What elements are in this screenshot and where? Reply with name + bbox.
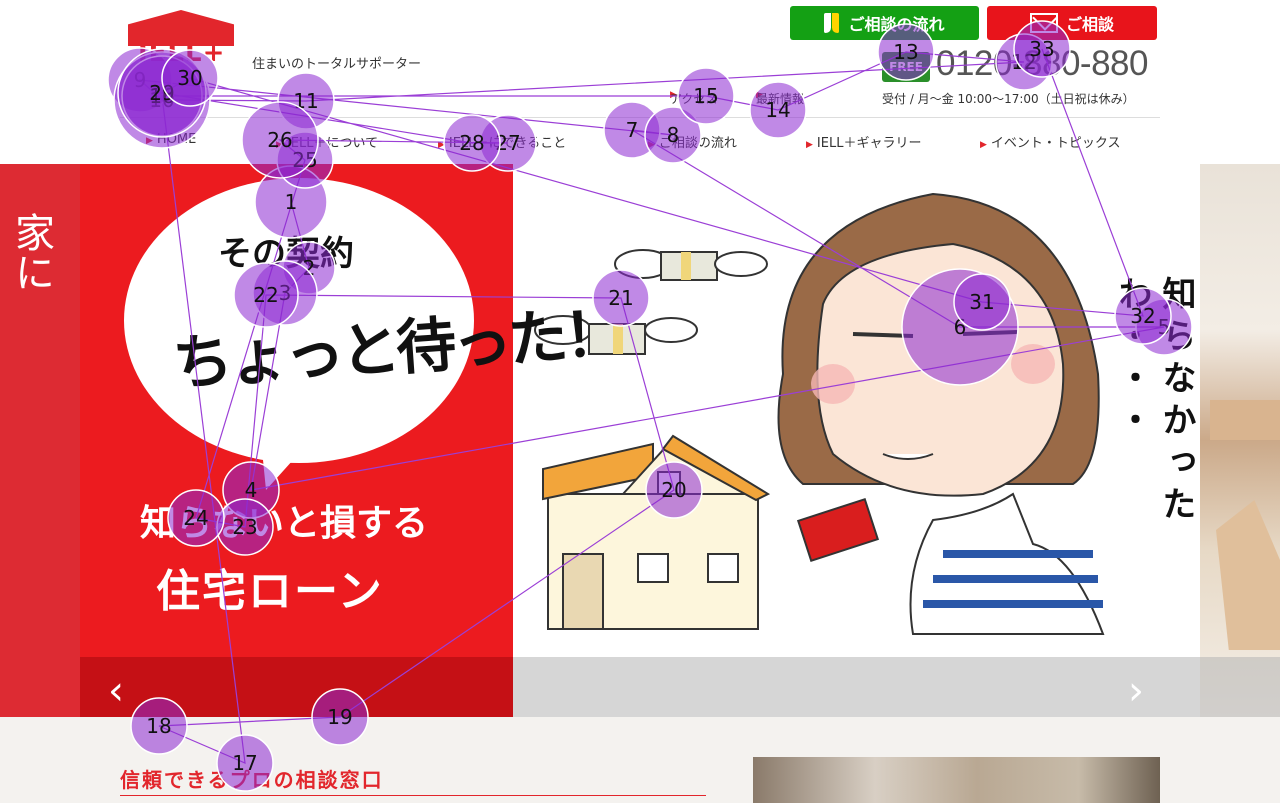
nav-item-services[interactable]: ▶ IELL＋にできること xyxy=(438,132,566,151)
hero-illustration xyxy=(534,192,1105,635)
triangle-icon: ▶ xyxy=(146,136,153,146)
house-icon xyxy=(542,434,771,630)
consult-flow-label: ご相談の流れ xyxy=(848,15,945,34)
nav-item-home[interactable]: ▶ HOME xyxy=(146,132,196,147)
slider-next-arrow-icon[interactable]: › xyxy=(1128,668,1144,714)
consult-label: ご相談 xyxy=(1065,15,1114,34)
previous-slide-text: 家に xyxy=(8,212,54,292)
phone-number[interactable]: 0120-880-880 xyxy=(936,44,1148,84)
main-navigation: ▶ HOME ▶ IELL＋について ▶ IELL＋にできること ▶ ご相談の流れ ▶ I… xyxy=(0,132,1280,152)
nav-item-about[interactable]: ▶ IELL＋について xyxy=(276,132,378,151)
fixation-marker: 11 xyxy=(277,72,335,130)
fixation-number: 29 xyxy=(149,81,174,105)
fixation-number: 16 xyxy=(149,84,174,108)
triangle-icon: ▶ xyxy=(980,140,987,150)
slider-prev-arrow-icon[interactable]: ‹ xyxy=(108,668,124,714)
nav-divider xyxy=(120,117,1160,118)
nav-item-gallery[interactable]: ▶ IELL＋ギャラリー xyxy=(806,132,921,151)
mail-icon xyxy=(1029,13,1058,33)
hero-headline: 住宅ローン xyxy=(156,566,384,617)
triangle-icon: ▶ xyxy=(276,140,283,150)
business-hours: 受付 / 月〜金 10:00〜17:00（土日祝は休み） xyxy=(882,92,1135,106)
consult-flow-button[interactable]: ご相談の流れ xyxy=(790,6,979,40)
wood-block-image xyxy=(1210,400,1280,440)
flying-money-icon xyxy=(614,249,768,281)
bubble-heading: その契約 xyxy=(218,234,354,274)
hero-illustration-panel xyxy=(513,164,1200,717)
fixation-number: 10 xyxy=(149,88,174,112)
logo-text: IELL+ xyxy=(138,38,226,68)
consultation-photo xyxy=(753,757,1160,803)
tagline: 住まいのトータルサポーター xyxy=(252,57,422,72)
nav-item-flow[interactable]: ▶ ご相談の流れ xyxy=(648,132,737,151)
triangle-icon: ▶ xyxy=(806,140,813,150)
triangle-icon: ▶ xyxy=(438,140,445,150)
hero-subheadline: 知らないと損する xyxy=(140,503,429,544)
fixation-circle xyxy=(277,72,335,130)
logo[interactable]: IELL+ xyxy=(128,10,234,74)
nav-item-events[interactable]: ▶ イベント・トピックス xyxy=(980,132,1121,151)
triangle-icon: ▶ xyxy=(648,140,655,150)
fixation-number: 11 xyxy=(293,89,318,113)
free-dial-icon: FREE xyxy=(882,52,930,82)
previous-slide-peek: 家に xyxy=(0,164,80,717)
consult-button[interactable]: ご相談 xyxy=(987,6,1157,40)
beginner-mark-icon xyxy=(824,13,840,33)
section-title: 信頼できるプロの相談窓口 xyxy=(120,768,384,792)
slider-control-bar-left xyxy=(80,657,513,717)
worried-woman-icon xyxy=(777,192,1105,635)
section-underline xyxy=(120,795,706,796)
hero-vertical-caption: 知らなかったわ・・・ xyxy=(1112,276,1196,528)
